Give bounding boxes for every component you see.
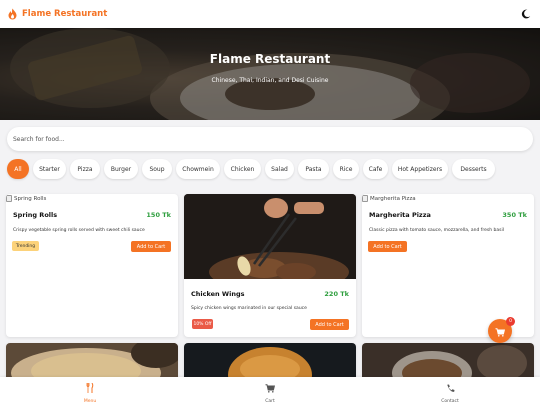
cart-icon: [495, 322, 506, 341]
hero-title: Flame Restaurant: [209, 52, 331, 66]
food-photo: [184, 194, 356, 279]
category-chip-all[interactable]: All: [7, 159, 29, 179]
search-input[interactable]: Search for food...: [7, 127, 533, 151]
bottom-navigation: Menu Cart Contact: [0, 377, 540, 405]
brand[interactable]: Flame Restaurant: [7, 5, 107, 24]
nav-label: Menu: [83, 399, 97, 404]
add-to-cart-button[interactable]: Add to Cart: [310, 319, 349, 330]
moon-icon[interactable]: [519, 7, 533, 21]
brand-name: Flame Restaurant: [22, 9, 108, 19]
item-price: 350 Tk: [502, 211, 527, 219]
category-chip-pizza[interactable]: Pizza: [70, 159, 100, 179]
item-name: Spring Rolls: [13, 211, 58, 219]
nav-item-menu[interactable]: Menu: [0, 377, 180, 405]
category-chip-rice[interactable]: Rice: [333, 159, 359, 179]
menu-card-spring-rolls: Spring Rolls Spring Rolls 150 Tk Crispy …: [6, 194, 178, 337]
category-filter-bar: All Starter Pizza Burger Soup Chowmein C…: [7, 159, 495, 179]
cart-count-badge: 0: [506, 317, 515, 326]
fork-knife-icon: [86, 378, 94, 397]
item-price: 220 Tk: [324, 290, 349, 298]
flame-icon: [7, 5, 18, 24]
category-chip-chowmein[interactable]: Chowmein: [176, 159, 220, 179]
trending-badge: Trending: [12, 241, 39, 251]
category-chip-chicken[interactable]: Chicken: [224, 159, 261, 179]
item-description: Crispy vegetable spring rolls served wit…: [13, 228, 145, 233]
item-description: Spicy chicken wings marinated in our spe…: [191, 306, 307, 311]
category-chip-desserts[interactable]: Desserts: [452, 159, 495, 179]
category-chip-soup[interactable]: Soup: [142, 159, 172, 179]
add-to-cart-button[interactable]: Add to Cart: [368, 241, 407, 252]
add-to-cart-button[interactable]: Add to Cart: [131, 241, 171, 252]
broken-image-icon: [6, 195, 12, 202]
nav-label: Cart: [265, 399, 275, 404]
item-name: Margherita Pizza: [369, 211, 431, 219]
item-name: Chicken Wings: [191, 290, 245, 298]
category-chip-hot-appetizers[interactable]: Hot Appetizers: [392, 159, 448, 179]
nav-label: Contact: [441, 399, 459, 404]
image-alt-text: Margherita Pizza: [370, 195, 416, 202]
menu-card-margherita-pizza: Margherita Pizza Margherita Pizza 350 Tk…: [362, 194, 534, 337]
image-alt-text: Spring Rolls: [14, 195, 47, 202]
category-chip-starter[interactable]: Starter: [33, 159, 66, 179]
item-description: Classic pizza with tomato sauce, mozzare…: [369, 228, 504, 233]
nav-item-cart[interactable]: Cart: [180, 377, 360, 405]
chicken-wings-image: [184, 194, 356, 279]
cart-icon: [265, 378, 276, 397]
app-header: Flame Restaurant: [0, 0, 540, 28]
broken-image: Margherita Pizza: [362, 195, 416, 202]
category-chip-pasta[interactable]: Pasta: [298, 159, 329, 179]
menu-card-chicken-wings: Chicken Wings 220 Tk Spicy chicken wings…: [184, 194, 356, 337]
nav-item-contact[interactable]: Contact: [360, 377, 540, 405]
hero-subtitle: Chinese, Thai, Indian, and Desi Cuisine: [211, 77, 329, 84]
hero-banner: Flame Restaurant Chinese, Thai, Indian, …: [0, 28, 540, 120]
category-chip-cafe[interactable]: Cafe: [363, 159, 388, 179]
phone-icon: [446, 378, 455, 397]
item-price: 150 Tk: [146, 211, 171, 219]
broken-image: Spring Rolls: [6, 195, 46, 202]
category-chip-salad[interactable]: Salad: [265, 159, 294, 179]
category-chip-burger[interactable]: Burger: [104, 159, 138, 179]
discount-badge: 10% Off: [192, 319, 213, 329]
broken-image-icon: [362, 195, 368, 202]
